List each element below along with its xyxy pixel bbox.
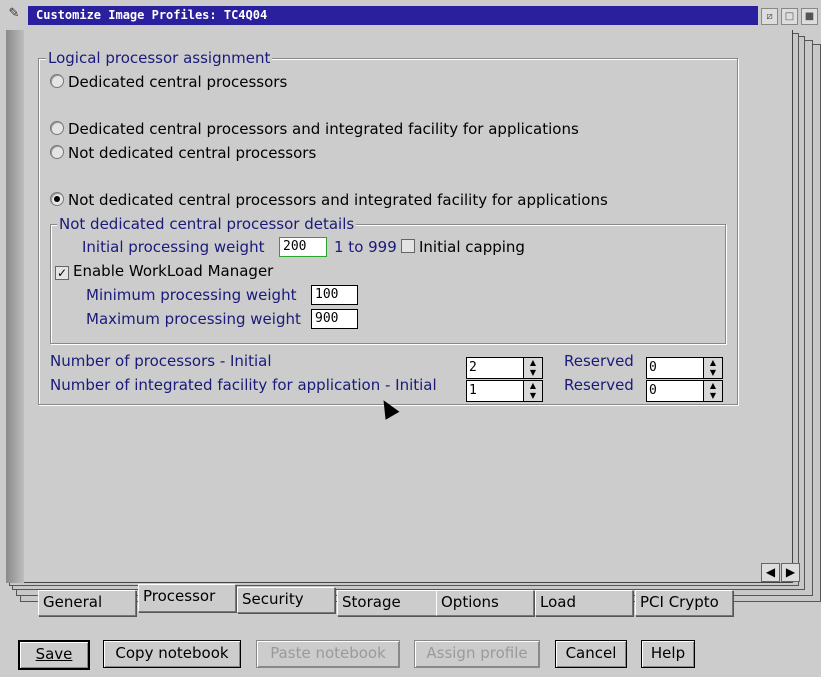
restore-button[interactable]: □ (781, 8, 798, 25)
radio-dot (50, 121, 64, 135)
logical-assignment-title: Logical processor assignment (46, 49, 273, 67)
checkmark-icon: ✓ (55, 266, 69, 280)
min-weight-input[interactable]: 100 (311, 285, 358, 305)
tab-load[interactable]: Load (535, 590, 633, 616)
maximize-button[interactable]: ■ (801, 8, 818, 25)
tab-storage[interactable]: Storage (337, 590, 437, 616)
ifa-reserved-label: Reserved (564, 376, 634, 394)
num-ifa-spinner[interactable]: 1 ▲ ▼ (466, 380, 543, 402)
help-button[interactable]: Help (641, 640, 695, 668)
num-processors-label: Number of processors - Initial (50, 352, 272, 370)
ifa-reserved-spinner[interactable]: 0 ▲ ▼ (646, 380, 723, 402)
copy-notebook-button[interactable]: Copy notebook (103, 640, 241, 668)
hide-button[interactable]: ⧄ (761, 8, 778, 25)
tab-pci-crypto[interactable]: PCI Crypto (635, 590, 733, 616)
system-menu-icon[interactable]: ✎ (4, 4, 24, 24)
max-weight-label: Maximum processing weight (86, 310, 301, 328)
weight-range-text: 1 to 999 (334, 238, 397, 256)
spin-arrows-icon[interactable]: ▲ ▼ (703, 357, 723, 379)
tab-general[interactable]: General (38, 590, 136, 616)
spin-arrows-icon[interactable]: ▲ ▼ (523, 357, 543, 379)
max-weight-input[interactable]: 900 (311, 309, 358, 329)
window-title: Customize Image Profiles: TC4Q04 (36, 8, 268, 22)
assign-profile-button[interactable]: Assign profile (414, 640, 540, 668)
num-ifa-value[interactable]: 1 (466, 380, 524, 402)
ifa-reserved-value[interactable]: 0 (646, 380, 704, 402)
reserved-label: Reserved (564, 352, 634, 370)
num-processors-value[interactable]: 2 (466, 357, 524, 379)
tab-options[interactable]: Options (436, 590, 534, 616)
reserved-value[interactable]: 0 (646, 357, 704, 379)
cancel-button[interactable]: Cancel (555, 640, 627, 668)
reserved-spinner[interactable]: 0 ▲ ▼ (646, 357, 723, 379)
radio-dot-selected (50, 192, 64, 206)
initial-capping-checkbox[interactable]: Initial capping (401, 238, 525, 256)
radio-dedicated-cp-ifa[interactable]: Dedicated central processors and integra… (50, 120, 579, 138)
spin-arrows-icon[interactable]: ▲ ▼ (703, 380, 723, 402)
radio-dot (50, 74, 64, 88)
checkbox-box (401, 239, 415, 253)
radio-not-dedicated-cp-ifa[interactable]: Not dedicated central processors and int… (50, 191, 608, 209)
spin-arrows-icon[interactable]: ▲ ▼ (523, 380, 543, 402)
num-processors-spinner[interactable]: 2 ▲ ▼ (466, 357, 543, 379)
notebook-binding (6, 30, 24, 583)
enable-wlm-checkbox[interactable]: ✓ Enable WorkLoad Manager (55, 262, 273, 280)
initial-weight-label: Initial processing weight (82, 238, 265, 256)
tab-security[interactable]: Security (237, 587, 335, 613)
tab-processor[interactable]: Processor (138, 584, 236, 612)
radio-dedicated-cp[interactable]: Dedicated central processors (50, 73, 287, 91)
arrow-right-icon[interactable]: ▶ (781, 563, 800, 582)
details-title: Not dedicated central processor details (57, 215, 357, 233)
min-weight-label: Minimum processing weight (86, 286, 297, 304)
save-button[interactable]: Save (18, 640, 90, 670)
title-bar: ✎ Customize Image Profiles: TC4Q04 ⧄ □ ■ (0, 0, 821, 29)
num-ifa-label: Number of integrated facility for applic… (50, 376, 437, 394)
initial-weight-input[interactable]: 200 (279, 237, 327, 257)
arrow-left-icon[interactable]: ◀ (761, 563, 780, 582)
radio-not-dedicated-cp[interactable]: Not dedicated central processors (50, 144, 316, 162)
radio-dot (50, 145, 64, 159)
paste-notebook-button[interactable]: Paste notebook (256, 640, 400, 668)
